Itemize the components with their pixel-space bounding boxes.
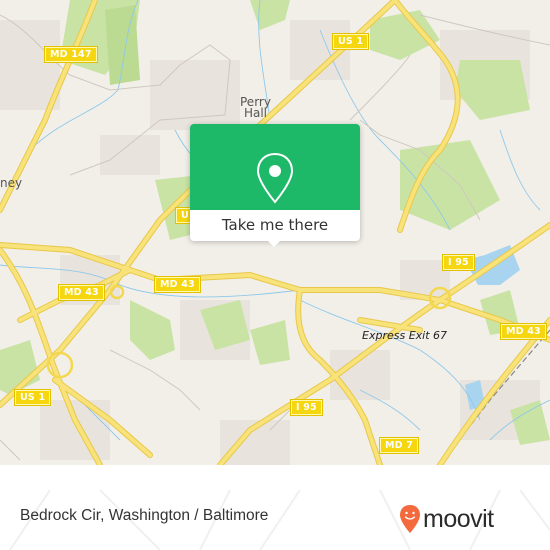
- road-shield-md-43-west: MD 43: [58, 284, 105, 301]
- moovit-wordmark: moovit: [423, 504, 494, 533]
- road-shield-us-1: US 1: [331, 33, 370, 50]
- exit-label: Express Exit 67: [362, 329, 448, 342]
- location-pin-icon: [256, 152, 294, 204]
- moovit-smiley-pin-icon: [400, 505, 420, 533]
- popup-pointer: [267, 240, 281, 247]
- map[interactable]: MD 147 US 1 U MD 43 MD 43 I 95 MD 43 US …: [0, 0, 550, 465]
- road-shield-i-95-north: I 95: [442, 254, 475, 271]
- road-shield-us-1-south: US 1: [13, 389, 52, 406]
- take-me-there-button[interactable]: Take me there: [190, 210, 360, 241]
- road-shield-md-43-east: MD 43: [500, 323, 547, 340]
- moovit-logo[interactable]: moovit: [399, 501, 494, 537]
- place-label-partial: ney: [0, 176, 23, 190]
- road-shield-md-147: MD 147: [44, 46, 98, 63]
- location-popup[interactable]: Take me there: [190, 124, 360, 247]
- popup-header: [190, 124, 360, 210]
- road-shield-md-7: MD 7: [378, 437, 420, 454]
- footer: Bedrock Cir, Washington / Baltimore moov…: [0, 490, 550, 550]
- road-shield-i-95-south: I 95: [290, 399, 323, 416]
- place-label-perry-hall: Perry Hall: [240, 95, 271, 120]
- place-name: Bedrock Cir, Washington / Baltimore: [20, 507, 269, 524]
- road-shield-md-43-center: MD 43: [154, 276, 201, 293]
